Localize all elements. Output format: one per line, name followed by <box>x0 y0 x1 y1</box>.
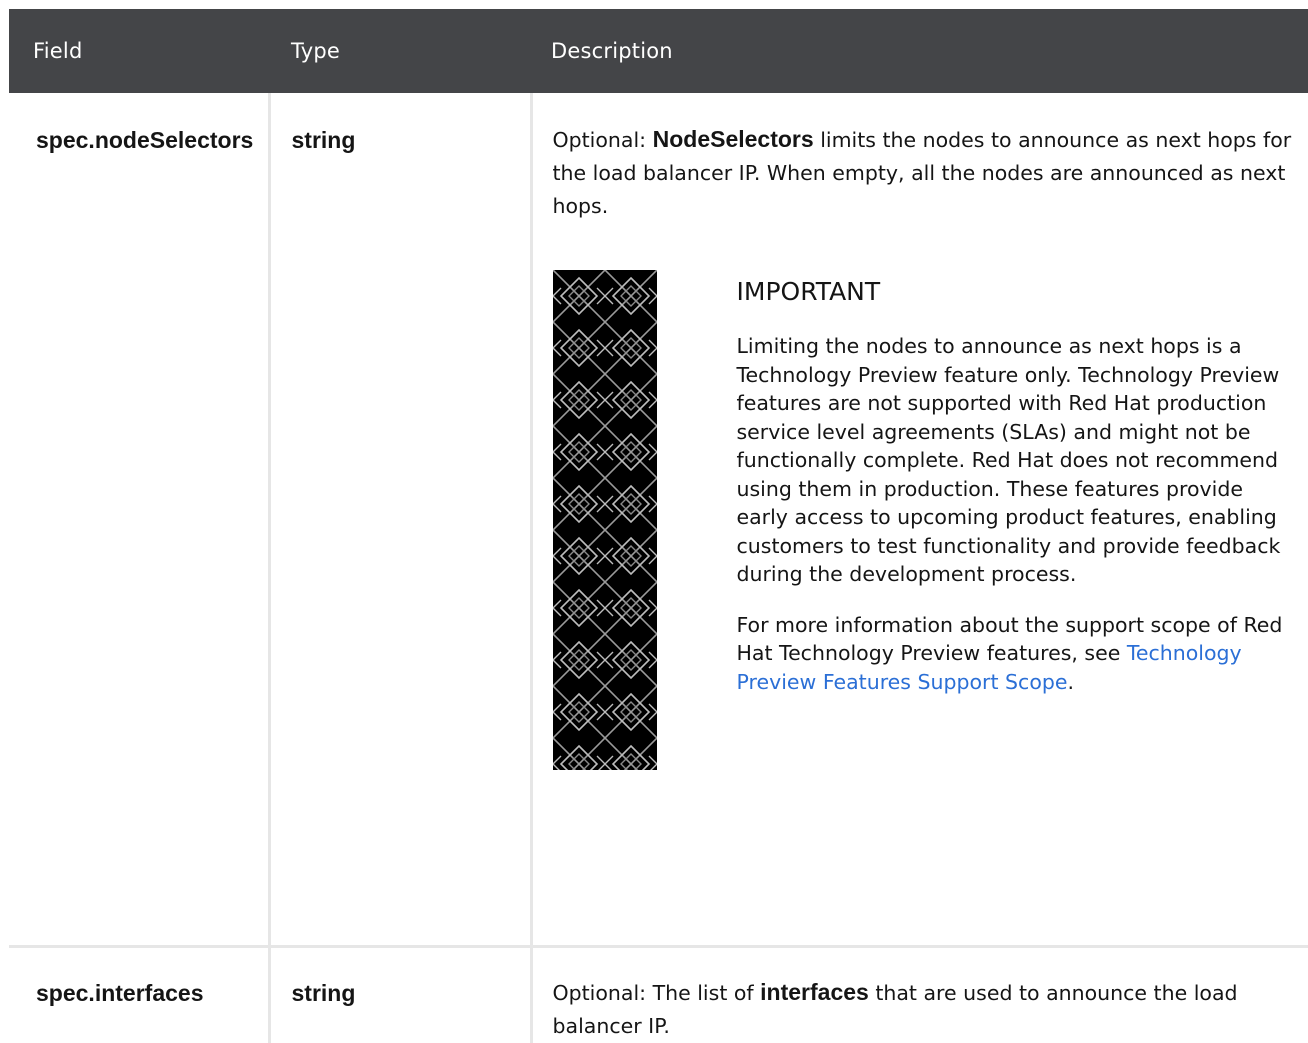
field-cell: spec.interfaces <box>9 946 269 1043</box>
admonition-paragraph-support: For more information about the support s… <box>737 611 1285 697</box>
description-prefix: Optional: The list of <box>553 981 761 1005</box>
field-name: spec.interfaces <box>9 948 268 1008</box>
field-type: string <box>271 948 530 1008</box>
page-top-margin <box>0 0 1308 9</box>
table-row: spec.interfaces string Optional: The lis… <box>9 946 1308 1043</box>
admonition-title: IMPORTANT <box>737 276 1285 308</box>
description-keyword: NodeSelectors <box>653 126 814 152</box>
column-header-type: Type <box>269 9 531 93</box>
admonition-link-suffix: . <box>1067 670 1074 694</box>
field-type: string <box>271 93 530 155</box>
admonition-pattern-band <box>553 270 657 770</box>
important-admonition: IMPORTANT Limiting the nodes to announce… <box>553 270 1295 770</box>
admonition-paragraph: Limiting the nodes to announce as next h… <box>737 332 1285 589</box>
field-name: spec.nodeSelectors <box>9 93 268 155</box>
column-header-field: Field <box>9 9 269 93</box>
fields-table: Field Type Description spec.nodeSelector… <box>9 9 1308 1043</box>
field-description: Optional: NodeSelectors limits the nodes… <box>533 93 1308 770</box>
description-prefix: Optional: <box>553 128 653 152</box>
table-header: Field Type Description <box>9 9 1308 93</box>
description-cell: Optional: NodeSelectors limits the nodes… <box>531 93 1308 946</box>
type-cell: string <box>269 93 531 946</box>
description-cell: Optional: The list of interfaces that ar… <box>531 946 1308 1043</box>
description-keyword: interfaces <box>760 979 869 1005</box>
type-cell: string <box>269 946 531 1043</box>
table-row: spec.nodeSelectors string Optional: Node… <box>9 93 1308 946</box>
field-cell: spec.nodeSelectors <box>9 93 269 946</box>
admonition-body: IMPORTANT Limiting the nodes to announce… <box>657 270 1285 770</box>
column-header-description: Description <box>531 9 1308 93</box>
field-description: Optional: The list of interfaces that ar… <box>533 948 1308 1043</box>
